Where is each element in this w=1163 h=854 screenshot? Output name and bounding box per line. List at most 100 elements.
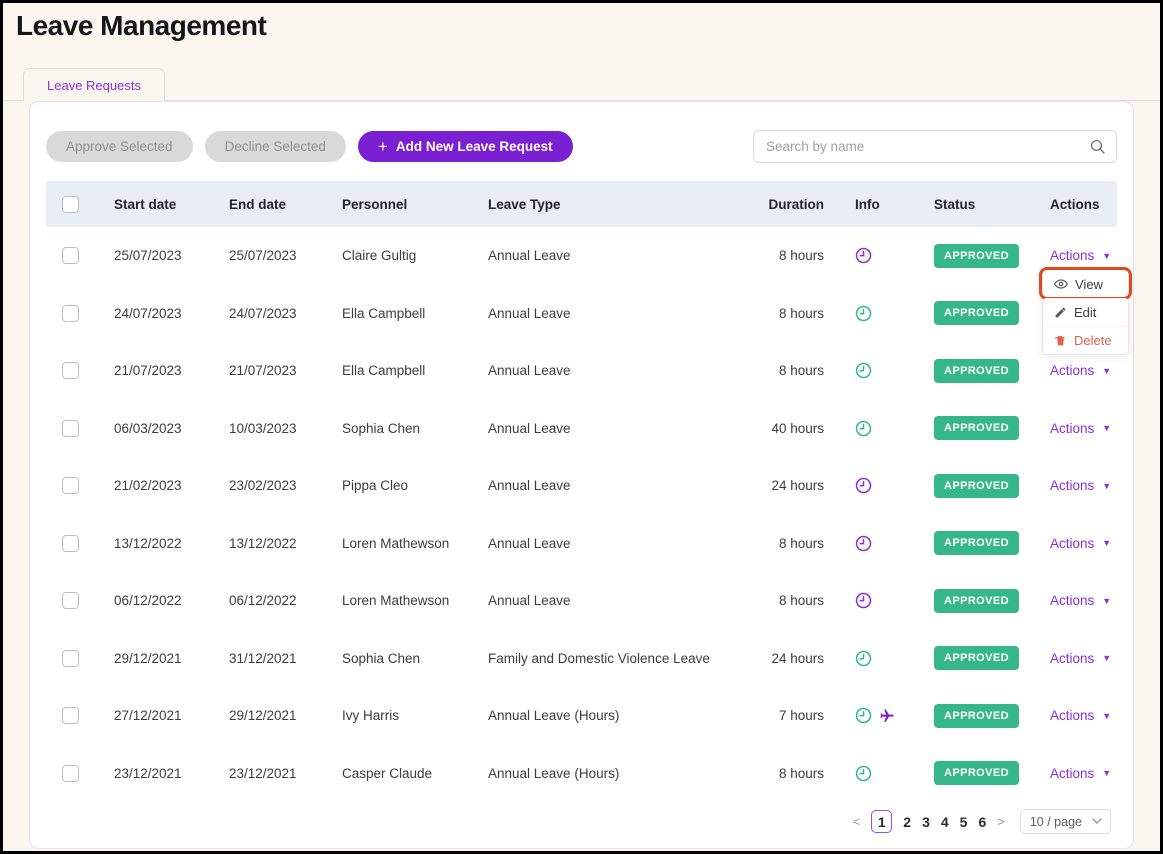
actions-label: Actions <box>1050 708 1094 723</box>
duration-cell: 40 hours <box>732 421 824 436</box>
leave-type-cell: Annual Leave <box>472 536 732 551</box>
pagination-page-4[interactable]: 4 <box>941 814 949 830</box>
table-row: 21/07/202321/07/2023Ella CampbellAnnual … <box>46 342 1117 400</box>
page-size-select[interactable]: 10 / page <box>1020 809 1111 834</box>
add-new-leave-request-button[interactable]: + Add New Leave Request <box>358 131 573 162</box>
row-checkbox[interactable] <box>62 592 79 609</box>
info-cell <box>824 247 912 264</box>
chevron-down-icon: ▼ <box>1102 768 1111 778</box>
chevron-down-icon: ▼ <box>1102 653 1111 663</box>
personnel-cell: Sophia Chen <box>326 651 472 666</box>
leave-type-cell: Family and Domestic Violence Leave <box>472 651 732 666</box>
decline-selected-button[interactable]: Decline Selected <box>205 131 346 162</box>
start-date-cell: 27/12/2021 <box>98 708 213 723</box>
actions-button[interactable]: Actions▼ <box>1050 363 1111 378</box>
actions-button[interactable]: Actions▼ <box>1050 766 1111 781</box>
duration-cell: 8 hours <box>732 593 824 608</box>
row-checkbox[interactable] <box>62 305 79 322</box>
plane-icon <box>879 708 895 724</box>
menu-item-label: Delete <box>1074 333 1112 348</box>
actions-button[interactable]: Actions▼ <box>1050 478 1111 493</box>
clock-icon <box>855 420 872 437</box>
pagination-page-3[interactable]: 3 <box>922 814 930 830</box>
search-input[interactable] <box>753 130 1117 163</box>
row-checkbox[interactable] <box>62 362 79 379</box>
personnel-cell: Loren Mathewson <box>326 536 472 551</box>
actions-cell: Actions▼ <box>1024 363 1117 378</box>
row-checkbox[interactable] <box>62 707 79 724</box>
end-date-cell: 31/12/2021 <box>213 651 326 666</box>
clock-icon <box>855 765 872 782</box>
duration-cell: 8 hours <box>732 766 824 781</box>
pagination-page-1[interactable]: 1 <box>871 810 892 833</box>
pagination-next-icon[interactable]: > <box>997 814 1005 829</box>
end-date-cell: 23/02/2023 <box>213 478 326 493</box>
actions-dropdown-menu: View Edit Delete <box>1042 269 1129 355</box>
personnel-cell: Casper Claude <box>326 766 472 781</box>
actions-button[interactable]: Actions ▼ <box>1050 708 1111 723</box>
clock-icon <box>855 247 872 264</box>
leave-type-cell: Annual Leave <box>472 421 732 436</box>
info-cell <box>824 420 912 437</box>
approve-selected-button[interactable]: Approve Selected <box>46 131 193 162</box>
leave-type-cell: Annual Leave <box>472 478 732 493</box>
clock-icon <box>855 477 872 494</box>
leave-type-cell: Annual Leave <box>472 593 732 608</box>
status-cell: APPROVED <box>912 474 1024 498</box>
pagination-page-2[interactable]: 2 <box>903 814 911 830</box>
status-cell: APPROVED <box>912 301 1024 325</box>
actions-cell: Actions▼ <box>1024 421 1117 436</box>
actions-button[interactable]: Actions▼ <box>1050 248 1111 263</box>
pencil-icon <box>1054 306 1067 319</box>
pagination-pages: 123456 <box>871 810 986 833</box>
actions-cell: Actions▼ <box>1024 536 1117 551</box>
menu-item-edit[interactable]: Edit <box>1043 298 1128 326</box>
actions-button[interactable]: Actions▼ <box>1050 651 1111 666</box>
row-checkbox[interactable] <box>62 650 79 667</box>
row-checkbox[interactable] <box>62 477 79 494</box>
actions-cell: Actions▼ <box>1024 593 1117 608</box>
chevron-down-icon: ▼ <box>1102 711 1111 721</box>
actions-button[interactable]: Actions▼ <box>1050 536 1111 551</box>
table-row: 25/07/202325/07/2023Claire GultigAnnual … <box>46 227 1117 285</box>
start-date-cell: 13/12/2022 <box>98 536 213 551</box>
status-cell: APPROVED <box>912 704 1024 728</box>
column-header-start-date: Start date <box>98 197 213 212</box>
row-checkbox[interactable] <box>62 247 79 264</box>
menu-item-delete[interactable]: Delete <box>1043 326 1128 354</box>
clock-icon <box>855 535 872 552</box>
search-icon <box>1089 138 1107 156</box>
end-date-cell: 24/07/2023 <box>213 306 326 321</box>
actions-button[interactable]: Actions▼ <box>1050 421 1111 436</box>
menu-item-view[interactable]: View <box>1043 270 1128 298</box>
pagination-page-5[interactable]: 5 <box>960 814 968 830</box>
chevron-down-icon: ▼ <box>1102 366 1111 376</box>
info-cell <box>824 765 912 782</box>
column-header-actions: Actions <box>1024 197 1117 212</box>
info-cell <box>824 305 912 322</box>
clock-icon <box>855 707 872 724</box>
row-checkbox[interactable] <box>62 535 79 552</box>
tab-leave-requests[interactable]: Leave Requests <box>23 68 165 101</box>
personnel-cell: Sophia Chen <box>326 421 472 436</box>
status-cell: APPROVED <box>912 416 1024 440</box>
start-date-cell: 21/07/2023 <box>98 363 213 378</box>
pagination-page-6[interactable]: 6 <box>978 814 986 830</box>
table-row: 06/03/202310/03/2023Sophia ChenAnnual Le… <box>46 400 1117 458</box>
select-all-checkbox[interactable] <box>62 196 79 213</box>
actions-label: Actions <box>1050 248 1094 263</box>
actions-label: Actions <box>1050 536 1094 551</box>
status-cell: APPROVED <box>912 244 1024 268</box>
row-checkbox[interactable] <box>62 765 79 782</box>
status-cell: APPROVED <box>912 531 1024 555</box>
end-date-cell: 21/07/2023 <box>213 363 326 378</box>
actions-button[interactable]: Actions▼ <box>1050 593 1111 608</box>
duration-cell: 24 hours <box>732 651 824 666</box>
trash-icon <box>1054 334 1067 347</box>
duration-cell: 7 hours <box>732 708 824 723</box>
column-header-status: Status <box>912 197 1024 212</box>
tab-bar: Leave Requests <box>3 68 1160 101</box>
pagination-prev-icon[interactable]: < <box>853 814 861 829</box>
row-checkbox[interactable] <box>62 420 79 437</box>
leave-type-cell: Annual Leave (Hours) <box>472 708 732 723</box>
